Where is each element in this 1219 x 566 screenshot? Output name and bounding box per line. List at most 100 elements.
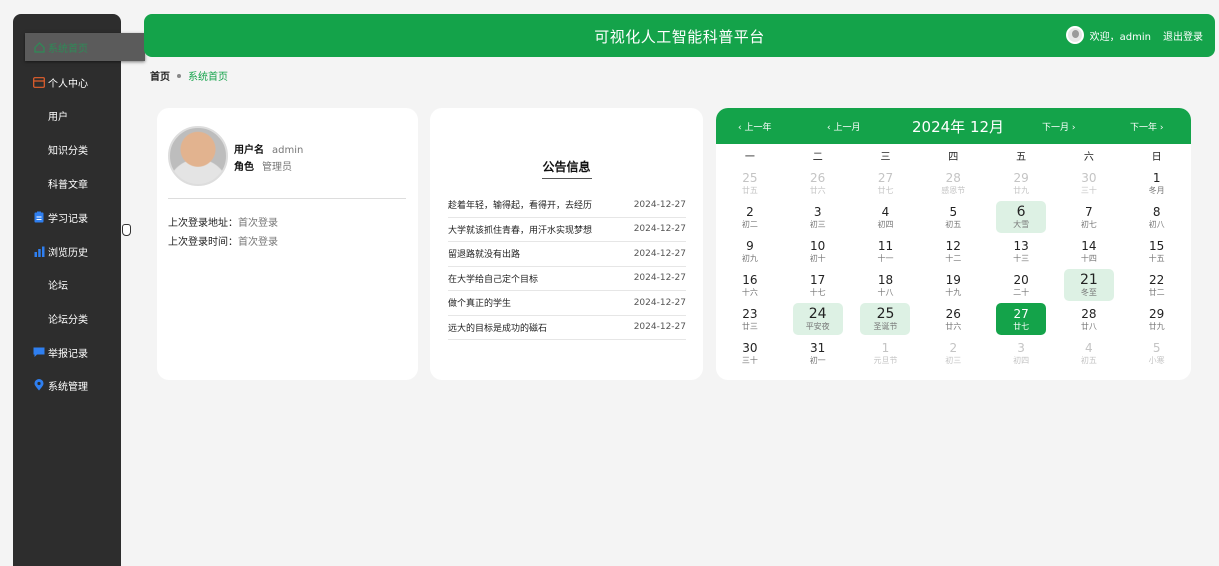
lunar-label: 廿三 bbox=[741, 321, 758, 331]
calendar-day-cell[interactable]: 22 廿二 bbox=[1132, 269, 1182, 301]
logout-button[interactable]: 退出登录 bbox=[1163, 28, 1203, 43]
calendar-day-cell[interactable]: 25 圣诞节 bbox=[860, 303, 911, 335]
prev-month-button[interactable]: ‹ 上一月 bbox=[827, 120, 860, 133]
calendar-day-cell[interactable]: 13 十三 bbox=[996, 235, 1046, 267]
calendar-day-cell[interactable]: 20 二十 bbox=[996, 269, 1046, 301]
calendar-day: 25 廿五 bbox=[716, 167, 784, 201]
next-year-button[interactable]: 下一年 › bbox=[1130, 120, 1163, 133]
calendar-day-cell[interactable]: 8 初八 bbox=[1132, 201, 1182, 233]
sidebar-item-forum[interactable]: 论坛 bbox=[13, 270, 121, 298]
sidebar-item-profile[interactable]: 个人中心 bbox=[13, 68, 121, 96]
weekday-label: 二 bbox=[812, 152, 823, 163]
weekday-label: 一 bbox=[744, 152, 755, 163]
lunar-label: 十二 bbox=[945, 253, 962, 263]
user-area: 欢迎，admin 退出登录 bbox=[1065, 26, 1203, 44]
calendar-day-cell[interactable]: 27 廿七 bbox=[860, 167, 910, 199]
calendar-day-cell[interactable]: 14 十四 bbox=[1064, 235, 1114, 267]
calendar-day-cell[interactable]: 26 廿六 bbox=[793, 167, 843, 199]
calendar-day-cell[interactable]: 21 冬至 bbox=[1063, 269, 1114, 301]
sidebar-item-articles[interactable]: 科普文章 bbox=[13, 169, 121, 197]
calendar-day-cell[interactable]: 23 廿三 bbox=[725, 303, 775, 335]
notice-item[interactable]: 做个真正的学生 2024-12-27 bbox=[448, 291, 686, 316]
calendar-day-cell[interactable]: 26 廿六 bbox=[928, 303, 978, 335]
notice-item[interactable]: 在大学给自己定个目标 2024-12-27 bbox=[448, 267, 686, 291]
notice-item[interactable]: 远大的目标是成功的磁石 2024-12-27 bbox=[448, 316, 686, 340]
calendar-day-cell[interactable]: 1 元旦节 bbox=[860, 337, 910, 369]
lunar-label: 廿五 bbox=[741, 185, 758, 195]
calendar-day-cell[interactable]: 2 初三 bbox=[928, 337, 978, 369]
sidebar-item-browse-history[interactable]: 浏览历史 bbox=[13, 237, 121, 265]
calendar-day: 15 十五 bbox=[1123, 235, 1191, 269]
last-login-address-label: 上次登录地址： bbox=[168, 218, 238, 229]
calendar-day-cell[interactable]: 18 十八 bbox=[860, 269, 910, 301]
sidebar-item-users[interactable]: 用户 bbox=[13, 101, 121, 129]
calendar-day: 27 廿七 bbox=[852, 167, 920, 201]
calendar-day-cell[interactable]: 27 廿七 bbox=[996, 303, 1047, 335]
sidebar-item-home[interactable]: 系统首页 bbox=[25, 33, 145, 61]
notice-text: 做个真正的学生 bbox=[448, 299, 512, 310]
sidebar-item-forum-category[interactable]: 论坛分类 bbox=[13, 304, 121, 332]
sidebar-item-system-management[interactable]: 系统管理 bbox=[13, 371, 121, 399]
calendar-day-cell[interactable]: 19 十九 bbox=[928, 269, 978, 301]
day-number: 7 bbox=[1085, 204, 1093, 219]
calendar-day-cell[interactable]: 9 初九 bbox=[725, 235, 775, 267]
calendar-day-cell[interactable]: 24 平安夜 bbox=[792, 303, 843, 335]
calendar-day-cell[interactable]: 7 初七 bbox=[1064, 201, 1114, 233]
calendar-day: 20 二十 bbox=[987, 269, 1055, 303]
notice-item[interactable]: 大学就该抓住青春，用汗水实现梦想 2024-12-27 bbox=[448, 218, 686, 242]
calendar-day-cell[interactable]: 25 廿五 bbox=[725, 167, 775, 199]
calendar-day-cell[interactable]: 29 廿九 bbox=[996, 167, 1046, 199]
sidebar: 系统首页 个人中心 用户 知识分类 科普文章 学习记录 浏览历史 论坛 论坛分类 bbox=[13, 14, 145, 566]
calendar-day-cell[interactable]: 30 三十 bbox=[725, 337, 775, 369]
calendar-day-cell[interactable]: 11 十一 bbox=[860, 235, 910, 267]
sidebar-item-knowledge-category[interactable]: 知识分类 bbox=[13, 135, 121, 163]
clipboard-icon bbox=[33, 211, 45, 223]
top-header: 可视化人工智能科普平台 欢迎，admin 退出登录 bbox=[144, 14, 1215, 57]
prev-year-button[interactable]: ‹ 上一年 bbox=[738, 120, 771, 133]
day-number: 3 bbox=[813, 204, 822, 219]
calendar-day-cell[interactable]: 6 大雪 bbox=[996, 201, 1047, 233]
calendar-day-cell[interactable]: 3 初三 bbox=[793, 201, 843, 233]
day-number: 31 bbox=[810, 340, 826, 355]
sidebar-item-reports[interactable]: 举报记录 bbox=[13, 338, 121, 366]
calendar-day: 18 十八 bbox=[852, 269, 920, 303]
comment-icon bbox=[33, 346, 45, 358]
login-info: 上次登录地址：首次登录 上次登录时间：首次登录 bbox=[168, 214, 278, 252]
lunar-label: 十七 bbox=[809, 287, 826, 297]
calendar-day-cell[interactable]: 29 廿九 bbox=[1132, 303, 1182, 335]
notice-title-underline bbox=[542, 178, 592, 179]
calendar-day-cell[interactable]: 31 初一 bbox=[793, 337, 843, 369]
sidebar-item-study-records[interactable]: 学习记录 bbox=[13, 203, 121, 231]
calendar-day-cell[interactable]: 28 感恩节 bbox=[928, 167, 978, 199]
calendar-day-cell[interactable]: 4 初五 bbox=[1064, 337, 1114, 369]
calendar-day-cell[interactable]: 15 十五 bbox=[1132, 235, 1182, 267]
calendar-day: 22 廿二 bbox=[1123, 269, 1191, 303]
calendar-day-cell[interactable]: 2 初二 bbox=[725, 201, 775, 233]
lunar-label: 廿二 bbox=[1148, 287, 1165, 297]
calendar-day-cell[interactable]: 10 初十 bbox=[793, 235, 843, 267]
next-month-button[interactable]: 下一月 › bbox=[1042, 120, 1075, 133]
calendar-week-row: 30 三十 31 初一 1 元旦节 2 初三 3 初四 4 初五 5 小寒 bbox=[716, 337, 1191, 371]
calendar-day-cell[interactable]: 30 三十 bbox=[1064, 167, 1114, 199]
avatar[interactable] bbox=[1065, 26, 1084, 44]
calendar-day-cell[interactable]: 3 初四 bbox=[996, 337, 1046, 369]
calendar-day-cell[interactable]: 12 十二 bbox=[928, 235, 978, 267]
calendar-day-cell[interactable]: 5 初五 bbox=[928, 201, 978, 233]
calendar-day-cell[interactable]: 4 初四 bbox=[860, 201, 910, 233]
notice-item[interactable]: 趁着年轻，输得起，看得开，去经历 2024-12-27 bbox=[448, 193, 686, 218]
day-number: 13 bbox=[1013, 238, 1029, 253]
calendar-day-cell[interactable]: 17 十七 bbox=[793, 269, 843, 301]
calendar-day-cell[interactable]: 28 廿八 bbox=[1064, 303, 1114, 335]
notice-item[interactable]: 留退路就没有出路 2024-12-27 bbox=[448, 242, 686, 267]
grid-icon bbox=[33, 312, 45, 324]
day-number: 8 bbox=[1152, 204, 1161, 219]
notice-text: 远大的目标是成功的磁石 bbox=[448, 323, 548, 334]
weekday-label: 六 bbox=[1083, 152, 1094, 163]
calendar-day-cell[interactable]: 5 小寒 bbox=[1132, 337, 1182, 369]
day-number: 2 bbox=[949, 340, 958, 355]
calendar-day: 31 初一 bbox=[784, 337, 852, 371]
calendar-day: 5 小寒 bbox=[1123, 337, 1191, 371]
calendar-day-cell[interactable]: 1 冬月 bbox=[1132, 167, 1182, 199]
breadcrumb-home[interactable]: 首页 bbox=[150, 68, 170, 83]
calendar-day-cell[interactable]: 16 十六 bbox=[725, 269, 775, 301]
